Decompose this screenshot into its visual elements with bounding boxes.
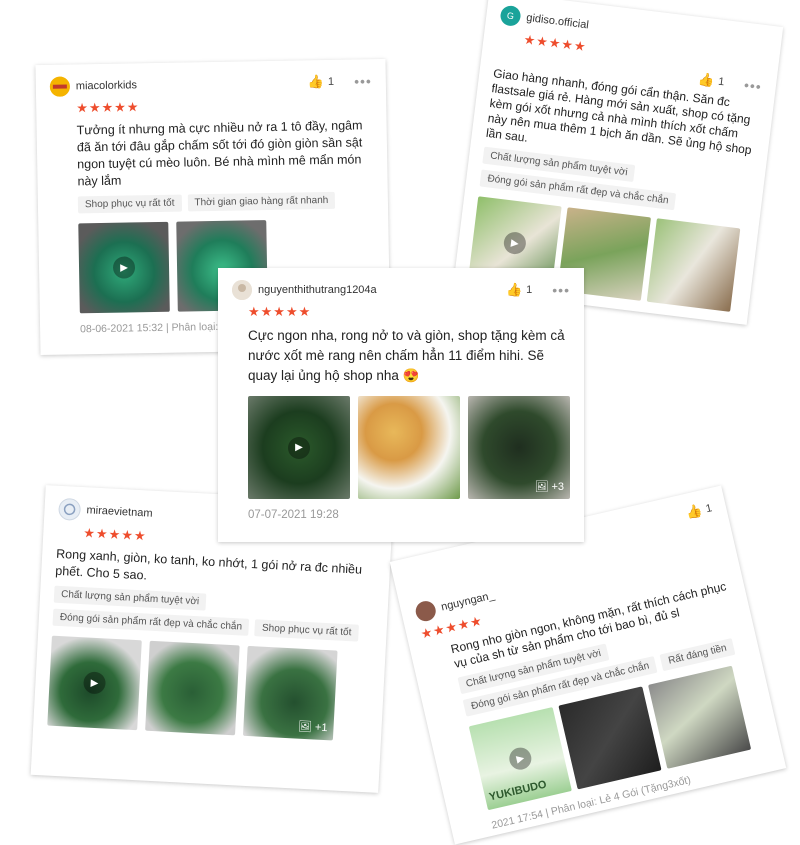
- review-text: Tưởng ít nhưng mà cực nhiều nở ra 1 tô đ…: [76, 118, 363, 189]
- like-button[interactable]: 👍 1: [506, 282, 532, 298]
- more-images-badge: 🖼 +3: [534, 480, 564, 494]
- username[interactable]: nguyenthithutrang1204a: [258, 284, 377, 296]
- review-tag: Đóng gói sản phẩm rất đẹp và chắc chắn: [52, 608, 250, 636]
- review-tag: Thời gian giao hàng rất nhanh: [187, 191, 336, 212]
- review-image-more[interactable]: 🖼 +3: [468, 396, 570, 499]
- avatar: G: [499, 4, 522, 27]
- review-card-nguyenthithutrang: nguyenthithutrang1204a 👍 1 ••• ★★★★★ Cực…: [218, 268, 584, 542]
- review-image[interactable]: [648, 665, 752, 769]
- review-video-thumbnail[interactable]: ▶ YUKIBUDO: [468, 707, 572, 811]
- review-image[interactable]: [558, 686, 662, 790]
- username[interactable]: gidiso.official: [526, 12, 590, 32]
- like-button[interactable]: 👍 1: [308, 74, 335, 90]
- play-icon: ▶: [82, 671, 107, 695]
- review-tags: Shop phục vụ rất tốt Thời gian giao hàng…: [77, 191, 374, 214]
- star-rating: ★★★★★: [248, 304, 312, 319]
- review-media: ▶ 🖼 +1: [47, 635, 371, 743]
- review-tag: Rất đáng tiền: [659, 638, 736, 672]
- more-dots-icon[interactable]: •••: [743, 77, 763, 95]
- review-header: nguyenthithutrang1204a 👍 1 •••: [232, 280, 570, 300]
- review-date: 07-07-2021 19:28: [248, 509, 339, 521]
- like-count: 1: [327, 75, 335, 88]
- like-button[interactable]: 👍 1: [697, 71, 725, 90]
- review-header: miacolorkids 👍 1 •••: [49, 71, 372, 97]
- review-image-more[interactable]: 🖼 +1: [242, 645, 338, 741]
- review-media: ▶ 🖼 +3: [248, 396, 570, 499]
- avatar: [232, 280, 252, 300]
- more-images-badge: 🖼 +1: [297, 720, 328, 734]
- review-text: Cực ngon nha, rong nở to và giòn, shop t…: [248, 328, 565, 383]
- play-icon: ▶: [502, 230, 528, 256]
- avatar: [413, 599, 438, 624]
- play-icon: ▶: [507, 745, 534, 772]
- more-dots-icon[interactable]: •••: [354, 73, 372, 89]
- review-tag: Shop phục vụ rất tốt: [77, 194, 182, 214]
- thumbs-up-icon: 👍: [505, 282, 523, 297]
- image-icon: 🖼: [534, 481, 549, 493]
- username[interactable]: miacolorkids: [76, 79, 137, 92]
- review-video-thumbnail[interactable]: ▶: [78, 221, 170, 314]
- image-icon: 🖼: [297, 720, 313, 734]
- thumbs-up-icon: 👍: [684, 502, 704, 521]
- review-video-thumbnail[interactable]: ▶: [47, 635, 142, 731]
- username[interactable]: miraevietnam: [86, 504, 153, 519]
- avatar: [49, 76, 71, 97]
- play-icon: ▶: [112, 256, 136, 279]
- thumbs-up-icon: 👍: [697, 71, 716, 89]
- avatar: [58, 497, 82, 521]
- play-icon: ▶: [288, 436, 310, 459]
- review-tag: Shop phục vụ rất tốt: [254, 619, 359, 642]
- review-image[interactable]: [145, 640, 240, 736]
- thumbs-up-icon: 👍: [307, 74, 325, 90]
- review-tags: Chất lượng sản phẩm tuyệt vời Đóng gói s…: [52, 585, 374, 643]
- review-video-thumbnail[interactable]: ▶: [248, 396, 350, 499]
- like-count: 1: [526, 284, 533, 296]
- star-rating: ★★★★★: [76, 99, 140, 116]
- review-tag: Chất lượng sản phẩm tuyệt vời: [53, 585, 207, 611]
- more-dots-icon[interactable]: •••: [552, 282, 570, 298]
- username[interactable]: nguyngan_: [440, 589, 496, 613]
- like-button[interactable]: 👍 1: [684, 500, 713, 522]
- like-count: 1: [717, 75, 726, 89]
- like-count: 1: [704, 502, 714, 516]
- review-image[interactable]: [646, 218, 741, 312]
- review-image[interactable]: [358, 396, 460, 499]
